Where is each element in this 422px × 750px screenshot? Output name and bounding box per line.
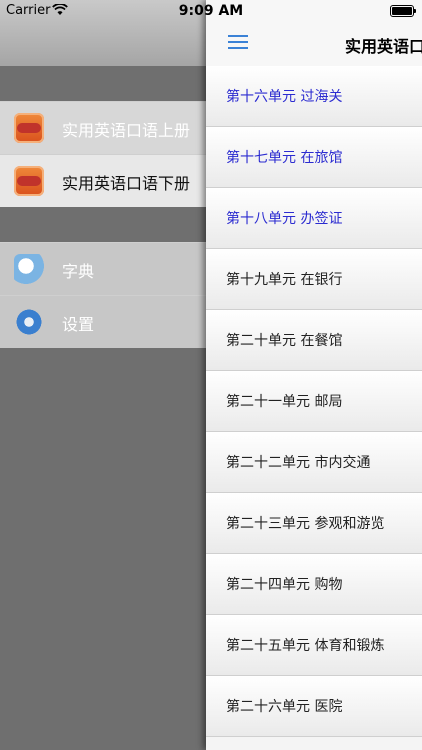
unit-label: 第二十五单元 体育和锻炼 [226, 638, 385, 654]
menu-item-book-2[interactable]: 实用英语口语下册 [0, 154, 206, 207]
menu-item-label: 设置 [62, 315, 95, 334]
unit-label: 第二十四单元 购物 [226, 577, 343, 593]
gear-icon [14, 307, 44, 337]
unit-list: 第十六单元 过海关 第十七单元 在旅馆 第十八单元 办签证 第十九单元 在银行 第二十单… [206, 66, 422, 737]
unit-label: 第十六单元 过海关 [226, 89, 343, 105]
unit-label: 第十八单元 办签证 [226, 211, 343, 227]
menu-item-book-1[interactable]: 实用英语口语上册 [0, 101, 206, 154]
menu-item-settings[interactable]: 设置 [0, 295, 206, 348]
unit-label: 第二十单元 在餐馆 [226, 333, 343, 349]
unit-row[interactable]: 第二十三单元 参观和游览 [206, 493, 422, 554]
status-bar: Carrier 9:09 AM [0, 0, 422, 22]
book-menu: 实用英语口语上册 实用英语口语下册 [0, 101, 206, 207]
unit-label: 第十九单元 在银行 [226, 272, 343, 288]
menu-item-dictionary[interactable]: 字典 [0, 242, 206, 295]
unit-row[interactable]: 第二十一单元 邮局 [206, 371, 422, 432]
unit-label: 第十七单元 在旅馆 [226, 150, 343, 166]
unit-row[interactable]: 第十八单元 办签证 [206, 188, 422, 249]
unit-row[interactable]: 第二十二单元 市内交通 [206, 432, 422, 493]
unit-row[interactable]: 第十七单元 在旅馆 [206, 127, 422, 188]
unit-label: 第二十一单元 邮局 [226, 394, 343, 410]
page-title: 实用英语口 [345, 37, 422, 56]
app-icon [14, 113, 44, 143]
unit-row[interactable]: 第二十五单元 体育和锻炼 [206, 615, 422, 676]
unit-label: 第二十六单元 医院 [226, 699, 343, 715]
dictionary-icon [14, 254, 44, 284]
unit-row[interactable]: 第二十单元 在餐馆 [206, 310, 422, 371]
content-panel: 实用英语口 第十六单元 过海关 第十七单元 在旅馆 第十八单元 办签证 第十九单元 在… [206, 0, 422, 750]
unit-row[interactable]: 第二十六单元 医院 [206, 676, 422, 737]
unit-row[interactable]: 第十九单元 在银行 [206, 249, 422, 310]
unit-row[interactable]: 第十六单元 过海关 [206, 66, 422, 127]
battery-icon [390, 5, 416, 17]
unit-label: 第二十三单元 参观和游览 [226, 516, 385, 532]
menu-item-label: 实用英语口语下册 [62, 174, 191, 193]
menu-toggle-icon[interactable] [228, 35, 248, 49]
menu-item-label: 实用英语口语上册 [62, 121, 191, 140]
tools-menu: 字典 设置 [0, 242, 206, 348]
app-icon [14, 166, 44, 196]
clock: 9:09 AM [178, 3, 244, 19]
unit-label: 第二十二单元 市内交通 [226, 455, 371, 471]
menu-item-label: 字典 [62, 262, 95, 281]
unit-row[interactable]: 第二十四单元 购物 [206, 554, 422, 615]
